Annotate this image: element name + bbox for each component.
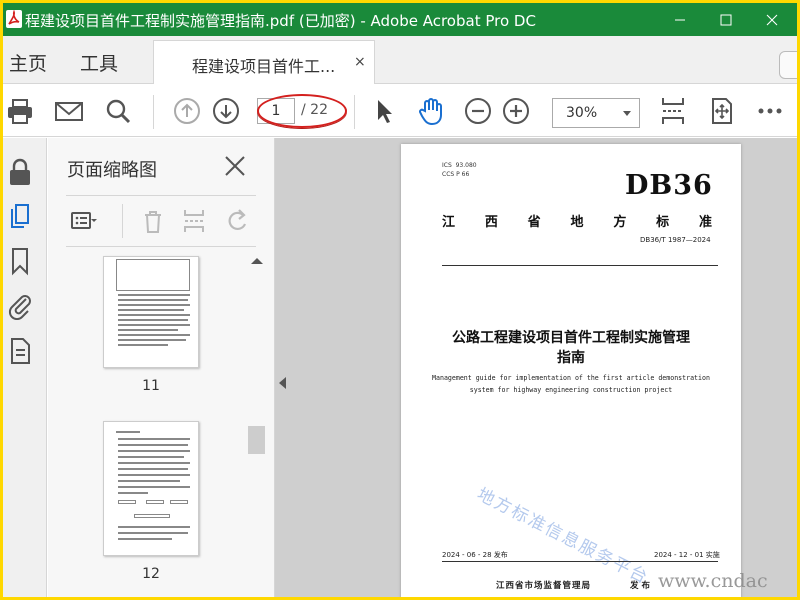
thumbnail-scrollbar[interactable] [248,252,265,597]
zoom-out-icon[interactable] [463,96,493,126]
fit-page-icon[interactable] [706,96,736,126]
standard-name-char: 省 [527,215,541,230]
acrobat-app-icon [6,9,22,28]
standard-code: DB36 [625,170,713,201]
tab-bar: 主页 工具 程建设项目首件工... × [3,36,797,84]
page-thumbnail[interactable] [103,421,199,556]
document-tab[interactable]: 程建设项目首件工... × [153,40,375,84]
tools-menu[interactable]: 工具 [80,49,118,76]
page-thumbnail[interactable] [103,256,199,368]
close-tab-icon[interactable]: × [354,54,366,70]
standard-name-char: 标 [656,215,670,230]
red-annotation-circle [257,94,347,128]
document-view[interactable]: ICS 93.080 CCS P 66 DB36 江 西 省 地 方 标 准 D… [275,138,797,597]
thumbnails-panel: 页面缩略图 11 12 [48,138,275,597]
standard-name: 江 西 省 地 方 标 准 [442,211,712,230]
zoom-value: 30% [566,105,598,121]
attachment-icon[interactable] [6,290,34,321]
page-thumbnails-icon[interactable] [6,201,34,231]
window-title: 程建设项目首件工程制实施管理指南.pdf (已加密) - Adobe Acrob… [25,12,536,30]
zoom-in-icon[interactable] [501,96,531,126]
maximize-button[interactable] [703,3,749,36]
title-en-line: Management guide for implementation of t… [432,374,710,382]
hand-icon[interactable] [416,96,446,126]
more-icon[interactable] [755,96,785,126]
acrobat-window: 程建设项目首件工程制实施管理指南.pdf (已加密) - Adobe Acrob… [3,3,797,597]
document-icon[interactable] [6,336,34,366]
bookmark-icon[interactable] [6,246,34,276]
title-bar: 程建设项目首件工程制实施管理指南.pdf (已加密) - Adobe Acrob… [3,3,797,36]
rotate-page-icon[interactable] [223,207,251,235]
publish-date: 2024 - 06 - 28 发布 [442,551,508,559]
scroll-up-arrow-icon[interactable] [251,258,263,264]
implement-date: 2024 - 12 - 01 实施 [654,551,720,559]
collapse-panel-icon[interactable] [279,377,286,389]
scrollbar-thumb[interactable] [248,426,265,454]
scroll-mode-icon[interactable] [658,96,688,126]
thumbnail-options-icon[interactable] [70,207,98,235]
email-icon[interactable] [54,96,84,126]
next-page-icon[interactable] [211,96,241,126]
title-cn-line: 指南 [557,350,585,366]
panel-title: 页面缩略图 [67,160,157,181]
more-tabs-button[interactable] [779,51,797,79]
platform-watermark: 地方标准信息服务平台 [473,484,653,589]
document-title-cn: 公路工程建设项目首件工程制实施管理 指南 [421,328,721,368]
standard-name-char: 方 [613,215,627,230]
chevron-down-icon [623,111,631,116]
document-tab-label: 程建设项目首件工... [192,57,336,76]
toolbar-separator [354,95,355,129]
ics-code: ICS 93.080 CCS P 66 [442,162,477,178]
zoom-dropdown[interactable]: 30% [552,98,640,128]
footer-rule [442,561,718,562]
select-cursor-icon[interactable] [369,96,399,126]
delete-page-icon[interactable] [139,207,167,235]
title-cn-line: 公路工程建设项目首件工程制实施管理 [452,330,690,346]
print-icon[interactable] [5,96,35,126]
title-en-line: system for highway engineering construct… [469,386,673,394]
standard-name-char: 江 [442,215,456,230]
header-rule [442,265,718,266]
thumbnail-tools [66,195,256,247]
thumbnail-page-number: 11 [142,378,160,394]
site-watermark: www.cndac [658,570,768,592]
document-title-en: Management guide for implementation of t… [421,372,721,396]
issuer: 江西省市场监督管理局 [496,581,592,591]
navigation-rail [3,138,47,597]
close-window-button[interactable] [749,3,795,36]
lock-icon[interactable] [6,157,34,187]
issue-label: 发 布 [630,581,650,591]
standard-name-char: 西 [484,215,498,230]
insert-page-icon[interactable] [180,207,208,235]
close-panel-icon[interactable] [224,155,246,177]
toolbar-separator [153,95,154,129]
search-icon[interactable] [103,96,133,126]
panel-tools-separator [122,204,123,238]
pdf-page: ICS 93.080 CCS P 66 DB36 江 西 省 地 方 标 准 D… [401,144,741,597]
thumbnail-page-number: 12 [142,566,160,582]
previous-page-icon[interactable] [172,96,202,126]
standard-name-char: 地 [570,215,584,230]
home-menu[interactable]: 主页 [9,49,47,76]
standard-number: DB36/T 1987—2024 [640,236,711,244]
minimize-button[interactable] [657,3,703,36]
standard-name-char: 准 [698,215,712,230]
toolbar: 1 / 22 30% [3,85,797,137]
